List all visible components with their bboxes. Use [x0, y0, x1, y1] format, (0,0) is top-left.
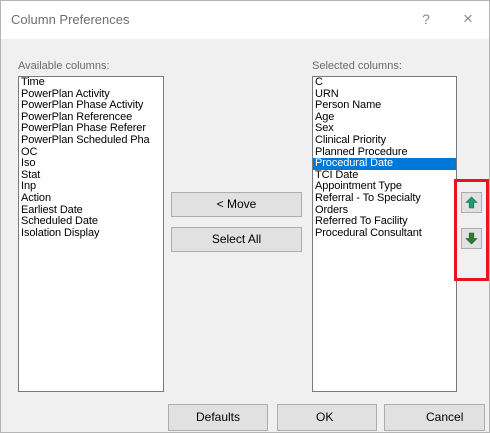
- list-item[interactable]: Action: [19, 192, 163, 205]
- list-item[interactable]: Time: [19, 77, 163, 89]
- list-item[interactable]: Procedural Consultant: [313, 227, 456, 240]
- list-item[interactable]: Age: [313, 111, 456, 124]
- list-item[interactable]: Scheduled Date: [19, 216, 163, 228]
- selected-columns-label: Selected columns:: [312, 60, 402, 72]
- selected-columns-list[interactable]: C URN Person Name Age Sex Clinical Priority Pl…: [312, 76, 457, 392]
- select-all-button-label: Select All: [211, 232, 262, 246]
- cancel-button[interactable]: Cancel: [384, 404, 485, 431]
- list-item[interactable]: Person Name: [313, 100, 456, 112]
- cancel-button-label: Cancel: [426, 410, 464, 424]
- move-down-button[interactable]: [461, 228, 482, 249]
- list-item[interactable]: Procedural Date: [313, 158, 456, 170]
- defaults-button-label: Defaults: [195, 410, 241, 424]
- list-item[interactable]: Stat: [19, 169, 163, 182]
- list-item[interactable]: Referral - To Specialty: [313, 192, 456, 205]
- dialog-title: Column Preferences: [11, 12, 130, 27]
- move-up-button[interactable]: [461, 192, 482, 213]
- list-item[interactable]: C: [313, 77, 456, 89]
- move-button[interactable]: < Move: [171, 192, 302, 217]
- available-columns-list[interactable]: Time PowerPlan Activity PowerPlan Phase Ac…: [18, 76, 164, 392]
- ok-button[interactable]: OK: [277, 404, 377, 431]
- defaults-button[interactable]: Defaults: [168, 404, 268, 431]
- close-button[interactable]: ×: [459, 9, 477, 29]
- list-item[interactable]: Referred To Facility: [313, 216, 456, 228]
- help-button[interactable]: ?: [419, 11, 433, 27]
- column-preferences-dialog: Column Preferences ? × Available columns…: [0, 0, 490, 433]
- available-columns-label: Available columns:: [18, 60, 110, 72]
- title-bar: Column Preferences ? ×: [1, 1, 489, 39]
- list-item[interactable]: Iso: [19, 158, 163, 170]
- list-item[interactable]: PowerPlan Scheduled Pha: [19, 134, 163, 147]
- list-item[interactable]: Clinical Priority: [313, 134, 456, 147]
- list-item[interactable]: OC: [19, 146, 163, 159]
- select-all-button[interactable]: Select All: [171, 227, 302, 252]
- ok-button-label: OK: [316, 410, 334, 424]
- list-item[interactable]: Isolation Display: [19, 227, 163, 240]
- move-button-label: < Move: [216, 197, 257, 211]
